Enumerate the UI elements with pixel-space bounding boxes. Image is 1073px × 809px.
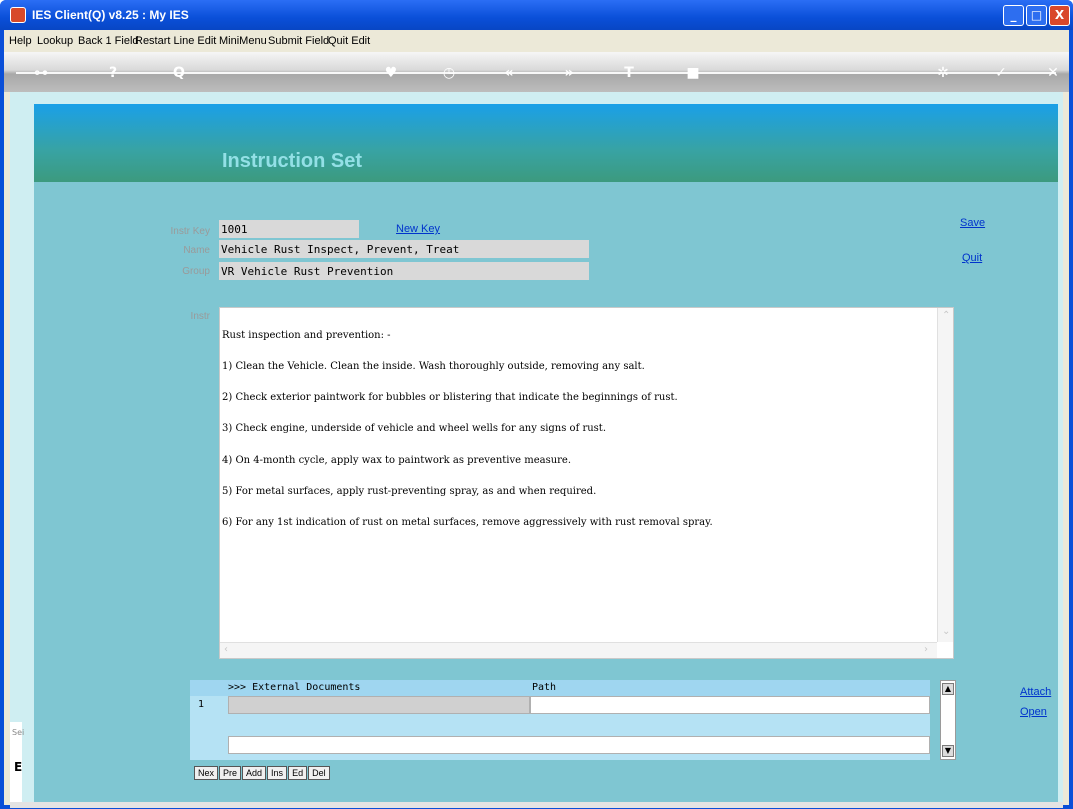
- name-field[interactable]: Vehicle Rust Inspect, Prevent, Treat: [219, 240, 589, 258]
- grid-scroll-up-icon[interactable]: ▲: [942, 683, 954, 695]
- grid-nav-buttons: Nex Pre Add Ins Ed Del: [194, 766, 331, 780]
- next-button[interactable]: Nex: [194, 766, 219, 780]
- minimize-button[interactable]: _: [1003, 5, 1024, 26]
- menu-back-field[interactable]: Back 1 Field: [78, 35, 139, 47]
- instruction-line: 4) On 4-month cycle, apply wax to paintw…: [222, 454, 572, 466]
- new-key-link[interactable]: New Key: [396, 223, 440, 235]
- quit-link[interactable]: Quit: [962, 252, 982, 264]
- scroll-up-icon[interactable]: ⌃: [942, 310, 950, 321]
- stop-icon[interactable]: ■: [684, 64, 702, 82]
- menu-minimenu[interactable]: MiniMenu: [219, 35, 267, 47]
- grid-scroll-down-icon[interactable]: ▼: [942, 745, 954, 757]
- path-cell[interactable]: [530, 696, 930, 714]
- title-bar: IES Client(Q) v8.25 : My IES _ □ X: [0, 0, 1073, 30]
- status-bar: [10, 802, 1063, 808]
- edit-button[interactable]: Ed: [288, 766, 308, 780]
- menu-submit-field[interactable]: Submit Field: [268, 35, 329, 47]
- left-side-panel: Sei E: [10, 722, 25, 802]
- attach-link[interactable]: Attach: [1020, 686, 1051, 698]
- insert-button[interactable]: Ins: [267, 766, 288, 780]
- side-text: Sei: [12, 728, 25, 737]
- side-letter: E: [14, 760, 23, 774]
- name-label: Name: [183, 245, 210, 256]
- settings-icon[interactable]: ✲: [934, 64, 952, 82]
- group-field[interactable]: VR Vehicle Rust Prevention: [219, 262, 589, 280]
- maximize-button[interactable]: □: [1026, 5, 1047, 26]
- app-logo-icon: [10, 7, 26, 23]
- empty-row-cell[interactable]: [228, 736, 930, 754]
- instr-key-label: Instr Key: [170, 226, 210, 237]
- scroll-down-icon[interactable]: ⌄: [942, 626, 950, 637]
- app-window: IES Client(Q) v8.25 : My IES _ □ X Help …: [0, 0, 1073, 809]
- add-button[interactable]: Add: [242, 766, 267, 780]
- instr-label: Instr: [190, 311, 210, 322]
- instruction-line: 5) For metal surfaces, apply rust-preven…: [222, 485, 597, 497]
- group-label: Group: [182, 266, 210, 277]
- menu-restart-line-edit[interactable]: Restart Line Edit: [135, 35, 216, 47]
- vertical-scrollbar[interactable]: ⌃ ⌄: [937, 308, 953, 642]
- save-link[interactable]: Save: [960, 217, 985, 229]
- grid-scrollbar[interactable]: ▲ ▼: [940, 680, 956, 760]
- close-button[interactable]: X: [1049, 5, 1070, 26]
- forward-icon[interactable]: »: [560, 64, 578, 82]
- page-header: Instruction Set: [34, 104, 1058, 182]
- menu-lookup[interactable]: Lookup: [37, 35, 73, 47]
- horizontal-scrollbar[interactable]: ‹ ›: [220, 642, 937, 658]
- column-path: Path: [532, 682, 557, 693]
- rewind-icon[interactable]: «: [500, 64, 518, 82]
- instruction-line: 2) Check exterior paintwork for bubbles …: [222, 392, 678, 404]
- instruction-textarea[interactable]: Rust inspection and prevention: - 1) Cle…: [219, 307, 954, 659]
- clock-icon[interactable]: ◷: [440, 64, 458, 82]
- open-link[interactable]: Open: [1020, 706, 1047, 718]
- close-icon[interactable]: ✕: [1044, 64, 1062, 82]
- scroll-left-icon[interactable]: ‹: [224, 644, 228, 655]
- page-title: Instruction Set: [222, 150, 363, 172]
- app-content: Instruction Set Instr Key 1001 New Key N…: [10, 92, 1063, 808]
- instruction-line: 3) Check engine, underside of vehicle an…: [222, 423, 606, 435]
- toolbar: ⊶ ? Q ♥ ◷ « » T ■ ✲ ✓ ✕: [4, 52, 1069, 92]
- instruction-line: 1) Clean the Vehicle. Clean the inside. …: [222, 361, 645, 373]
- client-area: Help Lookup Back 1 Field Restart Line Ed…: [4, 30, 1069, 808]
- edit-icon[interactable]: T: [620, 64, 638, 82]
- scroll-right-icon[interactable]: ›: [924, 644, 928, 655]
- delete-button[interactable]: Del: [308, 766, 330, 780]
- column-external-documents: >>> External Documents: [228, 682, 361, 693]
- instruction-line: Rust inspection and prevention: -: [222, 329, 391, 341]
- search-icon[interactable]: Q: [170, 64, 188, 82]
- table-row[interactable]: 1: [190, 696, 930, 714]
- back-key-icon[interactable]: ⊶: [32, 64, 50, 82]
- prev-button[interactable]: Pre: [219, 766, 242, 780]
- window-title: IES Client(Q) v8.25 : My IES: [32, 8, 189, 22]
- menu-quit-edit[interactable]: Quit Edit: [328, 35, 370, 47]
- instruction-text: Rust inspection and prevention: - 1) Cle…: [222, 310, 934, 549]
- document-cell[interactable]: [228, 696, 530, 714]
- help-icon[interactable]: ?: [104, 64, 122, 82]
- menu-help[interactable]: Help: [9, 35, 32, 47]
- row-number: 1: [198, 699, 205, 710]
- table-row[interactable]: [190, 736, 930, 754]
- heart-icon[interactable]: ♥: [382, 64, 400, 82]
- external-documents-grid: >>> External Documents Path 1: [190, 680, 930, 760]
- menu-bar: Help Lookup Back 1 Field Restart Line Ed…: [4, 30, 1069, 52]
- grid-header: >>> External Documents Path: [190, 680, 930, 696]
- instr-key-field[interactable]: 1001: [219, 220, 359, 238]
- check-icon[interactable]: ✓: [992, 64, 1010, 82]
- instruction-line: 6) For any 1st indication of rust on met…: [222, 517, 713, 529]
- form-panel: Instr Key 1001 New Key Name Vehicle Rust…: [34, 182, 1058, 802]
